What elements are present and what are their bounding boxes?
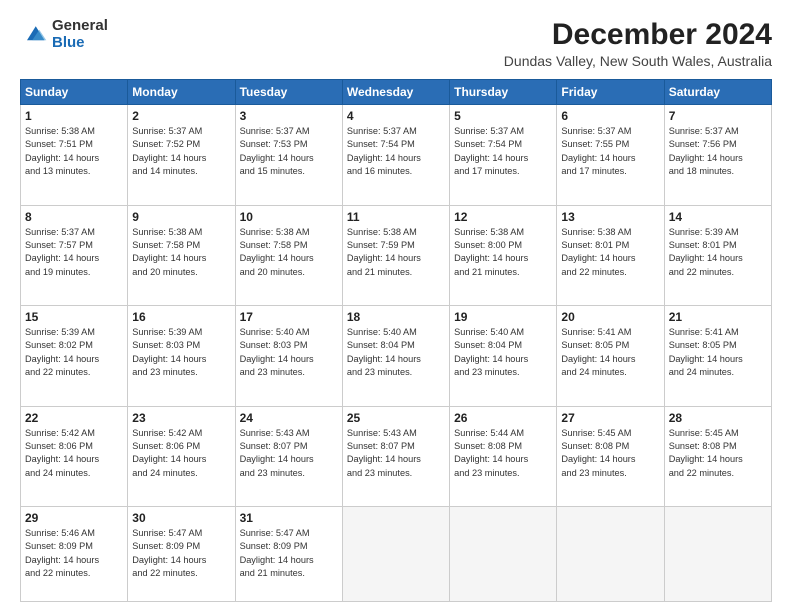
calendar-page: General Blue December 2024 Dundas Valley… [0,0,792,612]
table-row [664,507,771,602]
table-row: 1Sunrise: 5:38 AMSunset: 7:51 PMDaylight… [21,105,128,206]
table-row: 31Sunrise: 5:47 AMSunset: 8:09 PMDayligh… [235,507,342,602]
table-row: 22Sunrise: 5:42 AMSunset: 8:06 PMDayligh… [21,406,128,507]
col-tuesday: Tuesday [235,80,342,105]
table-row: 8Sunrise: 5:37 AMSunset: 7:57 PMDaylight… [21,205,128,306]
table-row: 17Sunrise: 5:40 AMSunset: 8:03 PMDayligh… [235,306,342,407]
table-row: 27Sunrise: 5:45 AMSunset: 8:08 PMDayligh… [557,406,664,507]
month-title: December 2024 [504,18,772,51]
col-saturday: Saturday [664,80,771,105]
table-row: 25Sunrise: 5:43 AMSunset: 8:07 PMDayligh… [342,406,449,507]
table-row: 29Sunrise: 5:46 AMSunset: 8:09 PMDayligh… [21,507,128,602]
table-row: 14Sunrise: 5:39 AMSunset: 8:01 PMDayligh… [664,205,771,306]
calendar-table: Sunday Monday Tuesday Wednesday Thursday… [20,79,772,602]
col-thursday: Thursday [450,80,557,105]
table-row: 15Sunrise: 5:39 AMSunset: 8:02 PMDayligh… [21,306,128,407]
table-row: 10Sunrise: 5:38 AMSunset: 7:58 PMDayligh… [235,205,342,306]
location-title: Dundas Valley, New South Wales, Australi… [504,53,772,69]
table-row: 11Sunrise: 5:38 AMSunset: 7:59 PMDayligh… [342,205,449,306]
table-row [557,507,664,602]
col-wednesday: Wednesday [342,80,449,105]
table-row: 18Sunrise: 5:40 AMSunset: 8:04 PMDayligh… [342,306,449,407]
table-row: 26Sunrise: 5:44 AMSunset: 8:08 PMDayligh… [450,406,557,507]
table-row: 4Sunrise: 5:37 AMSunset: 7:54 PMDaylight… [342,105,449,206]
logo-icon [20,21,48,49]
table-row: 23Sunrise: 5:42 AMSunset: 8:06 PMDayligh… [128,406,235,507]
col-friday: Friday [557,80,664,105]
table-row: 5Sunrise: 5:37 AMSunset: 7:54 PMDaylight… [450,105,557,206]
logo: General Blue [20,18,108,51]
table-row: 2Sunrise: 5:37 AMSunset: 7:52 PMDaylight… [128,105,235,206]
col-monday: Monday [128,80,235,105]
table-row: 28Sunrise: 5:45 AMSunset: 8:08 PMDayligh… [664,406,771,507]
title-block: December 2024 Dundas Valley, New South W… [504,18,772,69]
table-row: 12Sunrise: 5:38 AMSunset: 8:00 PMDayligh… [450,205,557,306]
col-sunday: Sunday [21,80,128,105]
table-row: 20Sunrise: 5:41 AMSunset: 8:05 PMDayligh… [557,306,664,407]
calendar-header-row: Sunday Monday Tuesday Wednesday Thursday… [21,80,772,105]
table-row: 24Sunrise: 5:43 AMSunset: 8:07 PMDayligh… [235,406,342,507]
logo-text: General Blue [52,18,108,51]
table-row: 13Sunrise: 5:38 AMSunset: 8:01 PMDayligh… [557,205,664,306]
table-row: 19Sunrise: 5:40 AMSunset: 8:04 PMDayligh… [450,306,557,407]
table-row: 3Sunrise: 5:37 AMSunset: 7:53 PMDaylight… [235,105,342,206]
table-row: 30Sunrise: 5:47 AMSunset: 8:09 PMDayligh… [128,507,235,602]
table-row [342,507,449,602]
table-row: 7Sunrise: 5:37 AMSunset: 7:56 PMDaylight… [664,105,771,206]
page-header: General Blue December 2024 Dundas Valley… [20,18,772,69]
table-row: 9Sunrise: 5:38 AMSunset: 7:58 PMDaylight… [128,205,235,306]
table-row: 16Sunrise: 5:39 AMSunset: 8:03 PMDayligh… [128,306,235,407]
table-row [450,507,557,602]
table-row: 21Sunrise: 5:41 AMSunset: 8:05 PMDayligh… [664,306,771,407]
table-row: 6Sunrise: 5:37 AMSunset: 7:55 PMDaylight… [557,105,664,206]
